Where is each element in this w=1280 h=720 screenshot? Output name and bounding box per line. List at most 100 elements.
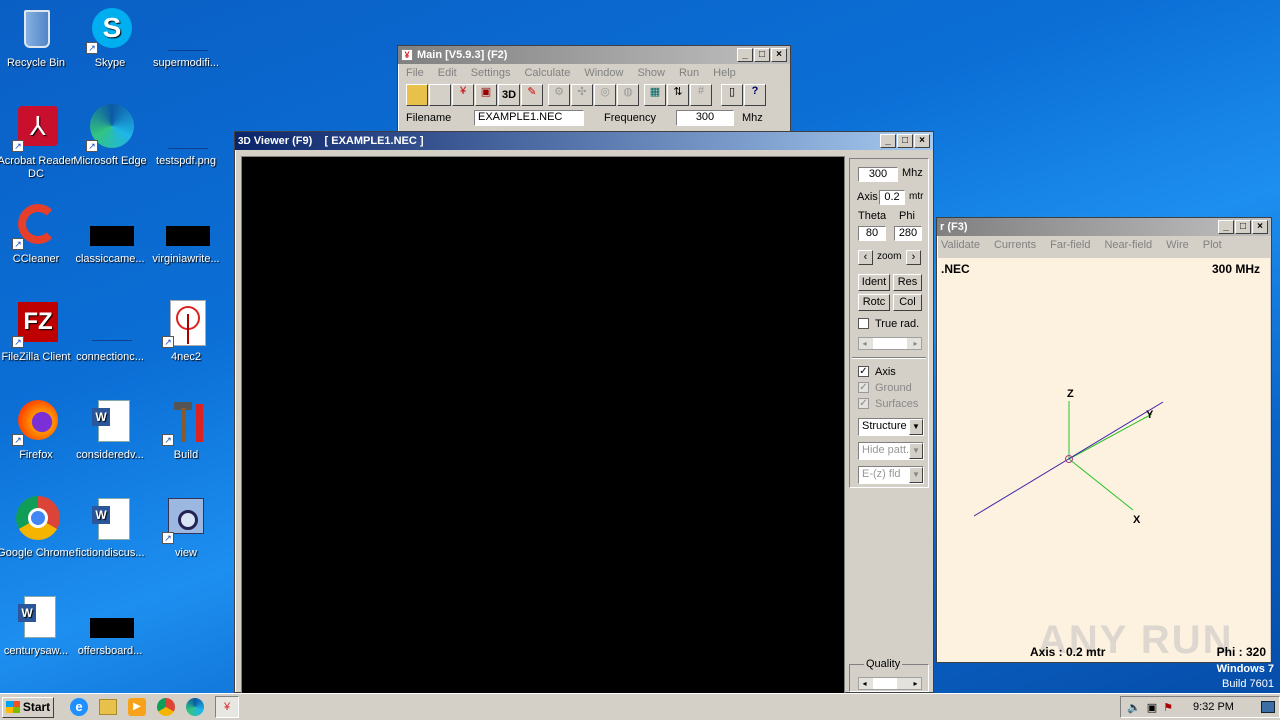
viewer-axis-field[interactable]: 0.2 <box>879 190 905 205</box>
desktop-icon-edge[interactable]: ↗ Microsoft Edge <box>70 104 150 168</box>
desktop-icon-ccleaner[interactable]: ↗ CCleaner <box>0 202 76 266</box>
menu-far-field[interactable]: Far-field <box>1050 239 1090 251</box>
surfaces-checkbox[interactable]: ✓ <box>858 398 869 409</box>
network-icon[interactable]: ▣ <box>1147 701 1157 714</box>
target-disabled-icon[interactable]: ◎ <box>594 84 616 106</box>
minimize-button[interactable]: _ <box>1218 220 1234 234</box>
axis-checkbox[interactable]: ✓ <box>858 366 869 377</box>
sweep-icon[interactable]: ⇅ <box>667 84 689 106</box>
edit-icon[interactable]: ✎ <box>521 84 543 106</box>
copy-window-icon[interactable] <box>429 84 451 106</box>
col-button[interactable]: Col <box>893 294 922 311</box>
viewer-3d-canvas[interactable] <box>241 156 845 694</box>
menu-edit[interactable]: Edit <box>438 67 457 79</box>
desktop-icon-connectionc[interactable]: connectionc... <box>70 300 150 364</box>
true-rad-slider[interactable]: ◂ ▸ <box>858 337 922 350</box>
desktop-icon-chrome[interactable]: Google Chrome <box>0 496 76 560</box>
start-button[interactable]: Start <box>2 696 54 718</box>
desktop-icon-skype[interactable]: S ↗ Skype <box>70 6 150 70</box>
globe-disabled-icon[interactable]: ◍ <box>617 84 639 106</box>
structure-select[interactable]: Structure ▼ <box>858 418 924 436</box>
desktop-icon-acrobat[interactable]: ⅄ ↗ Acrobat Reader DC <box>0 104 76 181</box>
ident-button[interactable]: Ident <box>858 274 890 291</box>
open-folder-icon[interactable] <box>406 84 428 106</box>
field-select[interactable]: E-(z) fld ▼ <box>858 466 924 484</box>
menu-currents[interactable]: Currents <box>994 239 1036 251</box>
minimize-button[interactable]: _ <box>737 48 753 62</box>
maximize-button[interactable]: □ <box>897 134 913 148</box>
theta-field[interactable]: 80 <box>858 226 886 241</box>
desktop-icon-virginiawrite[interactable]: virginiawrite... <box>146 202 226 266</box>
menu-wire[interactable]: Wire <box>1166 239 1189 251</box>
explorer-icon[interactable] <box>99 699 117 715</box>
frequency-field[interactable]: 300 <box>676 110 734 126</box>
menu-plot[interactable]: Plot <box>1203 239 1222 251</box>
desktop-icon-testspdf[interactable]: testspdf.png <box>146 104 226 168</box>
4nec2-taskbar-button[interactable]: ¥ <box>215 696 239 718</box>
desktop-icon-filezilla[interactable]: FZ ↗ FileZilla Client <box>0 300 76 364</box>
show-desktop-icon[interactable] <box>1261 701 1275 713</box>
menu-help[interactable]: Help <box>713 67 736 79</box>
desktop-icon-offersboard[interactable]: offersboard... <box>70 594 150 658</box>
phi-field[interactable]: 280 <box>894 226 922 241</box>
menu-calculate[interactable]: Calculate <box>524 67 570 79</box>
ie-icon[interactable]: e <box>70 698 88 716</box>
cube-icon[interactable]: ▣ <box>475 84 497 106</box>
hide-pattern-select[interactable]: Hide patt. ▼ <box>858 442 924 460</box>
menu-show[interactable]: Show <box>637 67 665 79</box>
zoom-right-button[interactable]: › <box>906 250 921 265</box>
desktop-icon-fictiondiscus[interactable]: W fictiondiscus... <box>70 496 150 560</box>
geometry-canvas[interactable]: .NEC 300 MHz Z Y X ANY RUN Axis : 0.2 mt… <box>938 258 1270 662</box>
menu-validate[interactable]: Validate <box>941 239 980 251</box>
res-button[interactable]: Res <box>893 274 922 291</box>
menu-near-field[interactable]: Near-field <box>1104 239 1152 251</box>
book-icon[interactable]: ▯ <box>721 84 743 106</box>
minimize-button[interactable]: _ <box>880 134 896 148</box>
menu-window[interactable]: Window <box>584 67 623 79</box>
clock[interactable]: 9:32 PM <box>1193 701 1234 713</box>
chevron-down-icon[interactable]: ▼ <box>909 443 923 459</box>
desktop-icon-consideredv[interactable]: W consideredv... <box>70 398 150 462</box>
chevron-down-icon[interactable]: ▼ <box>909 467 923 483</box>
ground-checkbox[interactable]: ✓ <box>858 382 869 393</box>
calculator-icon[interactable]: ▦ <box>644 84 666 106</box>
maximize-button[interactable]: □ <box>1235 220 1251 234</box>
desktop-icon-recycle-bin[interactable]: Recycle Bin <box>0 6 76 70</box>
desktop-icon-centurysaw[interactable]: W centurysaw... <box>0 594 76 658</box>
menu-file[interactable]: File <box>406 67 424 79</box>
action-center-flag-icon[interactable]: ⚑ <box>1163 701 1173 714</box>
volume-icon[interactable]: 🔈 <box>1127 701 1141 714</box>
main-window-titlebar[interactable]: ¥ Main [V5.9.3] (F2) _ □ × <box>398 46 790 64</box>
pattern-disabled-icon[interactable]: ✣ <box>571 84 593 106</box>
desktop-icon-classiccame[interactable]: classiccame... <box>70 202 150 266</box>
edge-taskbar-icon[interactable] <box>186 698 204 716</box>
geometry-window-titlebar[interactable]: r (F3) _ □ × <box>937 218 1271 236</box>
slider-thumb[interactable] <box>873 678 897 689</box>
antenna-icon[interactable]: ¥ <box>452 84 474 106</box>
rotc-button[interactable]: Rotc <box>858 294 890 311</box>
desktop-icon-view[interactable]: ↗ view <box>146 496 226 560</box>
true-rad-checkbox[interactable] <box>858 318 869 329</box>
viewer-freq-field[interactable]: 300 <box>858 167 898 182</box>
menu-run[interactable]: Run <box>679 67 699 79</box>
desktop-icon-build[interactable]: ↗ Build <box>146 398 226 462</box>
geometry-window[interactable]: r (F3) _ □ × Validate Currents Far-field… <box>936 217 1272 663</box>
slider-thumb[interactable] <box>873 338 907 349</box>
desktop-icon-4nec2[interactable]: ↗ 4nec2 <box>146 300 226 364</box>
gear-disabled-icon[interactable]: ⚙ <box>548 84 570 106</box>
chevron-down-icon[interactable]: ▼ <box>909 419 923 435</box>
close-button[interactable]: × <box>914 134 930 148</box>
filename-field[interactable]: EXAMPLE1.NEC <box>474 110 584 126</box>
maximize-button[interactable]: □ <box>754 48 770 62</box>
main-window[interactable]: ¥ Main [V5.9.3] (F2) _ □ × File Edit Set… <box>397 45 791 135</box>
zoom-left-button[interactable]: ‹ <box>858 250 873 265</box>
menu-settings[interactable]: Settings <box>471 67 511 79</box>
viewer-window-titlebar[interactable]: 3D Viewer (F9) [ EXAMPLE1.NEC ] _ □ × <box>235 132 933 150</box>
view-3d-button[interactable]: 3D <box>498 84 520 106</box>
close-button[interactable]: × <box>1252 220 1268 234</box>
close-button[interactable]: × <box>771 48 787 62</box>
quality-slider[interactable]: ◂ ▸ <box>858 677 922 690</box>
desktop-icon-supermodifi[interactable]: supermodifi... <box>146 6 226 70</box>
media-player-icon[interactable]: ▶ <box>128 698 146 716</box>
help-icon[interactable]: ? <box>744 84 766 106</box>
